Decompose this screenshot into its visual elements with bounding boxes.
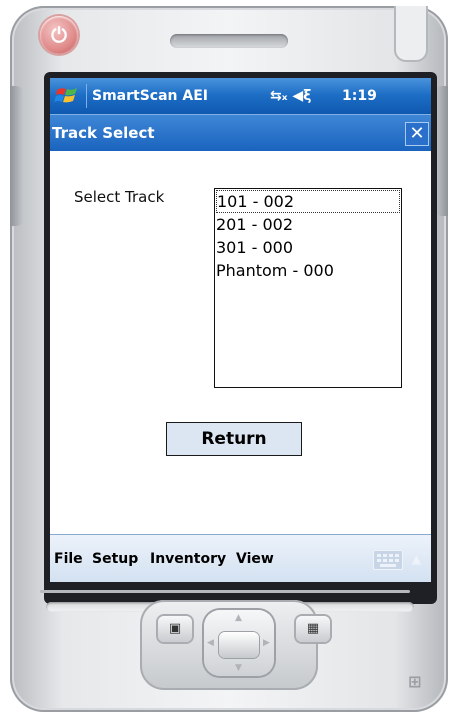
menu-bar: File Setup Inventory View ▲ <box>50 534 431 583</box>
track-listbox[interactable]: 101 - 002 201 - 002 301 - 000 Phantom - … <box>214 188 402 388</box>
power-button[interactable]: ⏻ <box>40 16 78 54</box>
dpad-action-button[interactable] <box>219 632 259 658</box>
left-side-strip <box>10 86 24 226</box>
stylus-slot <box>394 6 428 62</box>
contacts-hardware-button[interactable]: ▦ <box>296 616 330 642</box>
speaker-muted-icon[interactable]: ◀ξ <box>292 88 311 104</box>
menu-file[interactable]: File <box>54 535 83 583</box>
menu-inventory[interactable]: Inventory <box>150 535 226 583</box>
close-button[interactable]: ✕ <box>405 122 429 146</box>
windows-logo-icon: ⊞ <box>408 672 422 691</box>
return-button[interactable]: Return <box>166 422 302 456</box>
track-list-item[interactable]: 101 - 002 <box>216 190 400 213</box>
dpad-down-icon: ▼ <box>235 663 242 673</box>
close-icon: ✕ <box>409 123 425 144</box>
screen: SmartScan AEI ⇆ₓ ◀ξ 1:19 Track Select ✕ … <box>50 78 431 598</box>
earpiece-speaker <box>170 34 288 48</box>
windows-start-icon[interactable] <box>54 82 82 110</box>
power-icon: ⏻ <box>51 23 67 47</box>
menu-setup[interactable]: Setup <box>92 535 138 583</box>
title-bar: Track Select ✕ <box>50 114 431 151</box>
grid-icon: ▦ <box>306 621 320 636</box>
track-list-item[interactable]: Phantom - 000 <box>215 259 401 282</box>
calendar-hardware-button[interactable]: ▣ <box>158 616 192 642</box>
select-track-label: Select Track <box>74 188 165 206</box>
calendar-icon: ▣ <box>168 621 182 636</box>
status-bar: SmartScan AEI ⇆ₓ ◀ξ 1:19 <box>50 78 431 114</box>
app-name: SmartScan AEI <box>92 88 208 104</box>
track-list-item[interactable]: 201 - 002 <box>215 213 401 236</box>
page-title: Track Select <box>52 124 155 142</box>
clock-time[interactable]: 1:19 <box>342 78 377 114</box>
dpad-left-icon: ◀ <box>207 638 214 648</box>
dpad-right-icon: ▶ <box>263 638 270 648</box>
keyboard-icon[interactable] <box>373 550 403 570</box>
bottom-divider <box>40 590 410 593</box>
dpad-up-icon: ▲ <box>235 613 242 623</box>
input-panel-arrow-icon[interactable]: ▲ <box>412 552 421 566</box>
track-list-item[interactable]: 301 - 000 <box>215 236 401 259</box>
menu-view[interactable]: View <box>236 535 274 583</box>
status-icons[interactable]: ⇆ₓ ◀ξ <box>270 78 311 114</box>
connectivity-icon[interactable]: ⇆ₓ <box>270 88 288 104</box>
status-separator <box>86 84 87 108</box>
